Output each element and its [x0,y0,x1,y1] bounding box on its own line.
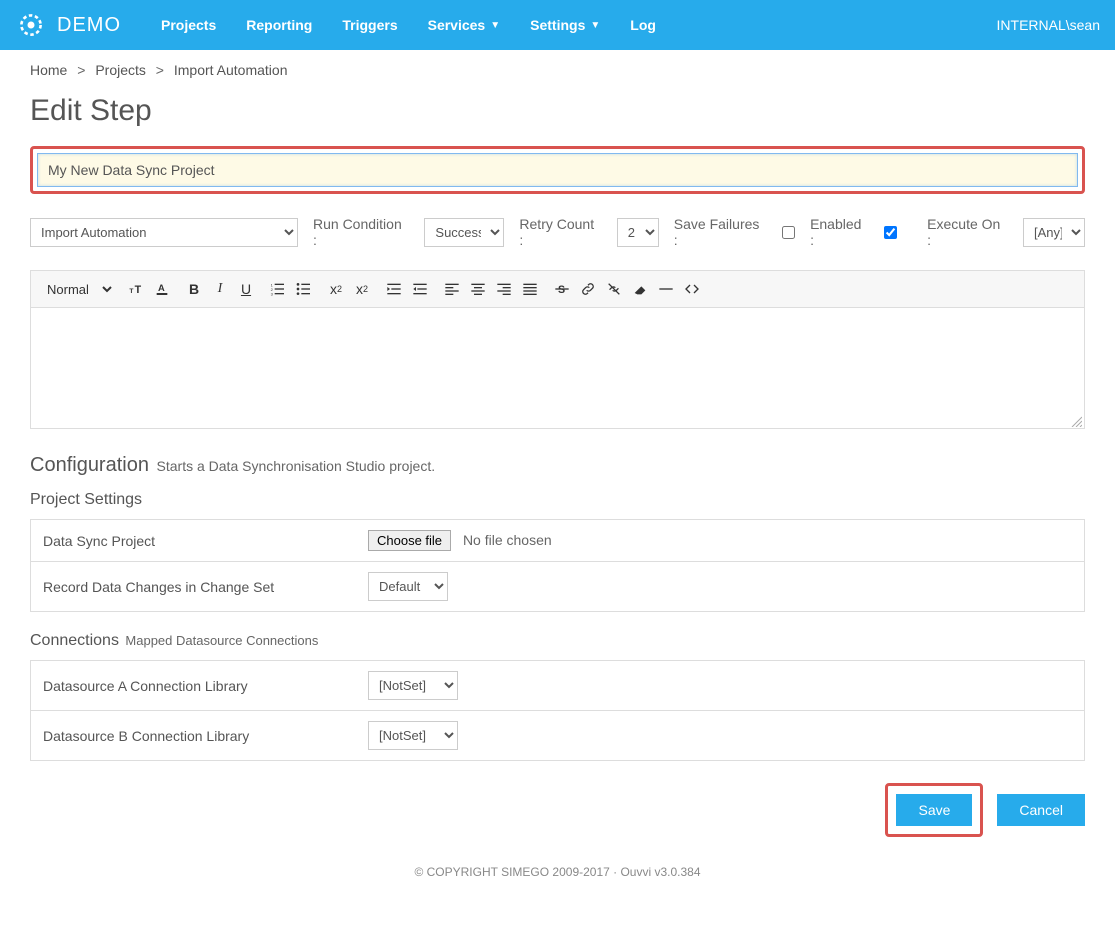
page-title: Edit Step [30,94,1085,128]
table-row: Record Data Changes in Change Set Defaul… [31,561,1084,611]
execute-on-label: Execute On : [927,216,1008,248]
eraser-icon[interactable] [629,277,651,301]
choose-file-button[interactable]: Choose file [368,530,451,551]
breadcrumb-current[interactable]: Import Automation [174,62,288,78]
breadcrumb: Home > Projects > Import Automation [0,50,1115,86]
table-row: Data Sync Project Choose file No file ch… [31,520,1084,561]
step-name-highlight [30,146,1085,194]
user-label[interactable]: INTERNAL\sean [997,17,1100,33]
save-failures-label: Save Failures : [674,216,767,248]
caret-down-icon: ▼ [590,20,600,31]
svg-text:S: S [558,284,565,296]
project-settings-heading: Project Settings [30,491,1085,509]
navbar: DEMO Projects Reporting Triggers Service… [0,0,1115,50]
project-settings-table: Data Sync Project Choose file No file ch… [30,519,1085,612]
change-set-select[interactable]: Default [368,572,448,601]
navbar-menu: Projects Reporting Triggers Services▼ Se… [146,0,997,50]
nav-triggers[interactable]: Triggers [327,0,412,50]
datasource-b-select[interactable]: [NotSet] [368,721,458,750]
strikethrough-icon[interactable]: S [551,277,573,301]
datasource-a-select[interactable]: [NotSet] [368,671,458,700]
brand-label[interactable]: DEMO [57,14,121,37]
breadcrumb-separator: > [156,62,164,78]
step-name-input[interactable] [37,153,1078,187]
options-row: Import Automation Run Condition : Succes… [30,216,1085,248]
retry-count-label: Retry Count : [519,216,601,248]
run-condition-label: Run Condition : [313,216,409,248]
code-view-icon[interactable] [681,277,703,301]
indent-icon[interactable] [409,277,431,301]
italic-icon[interactable]: I [209,277,231,301]
align-right-icon[interactable] [493,277,515,301]
enabled-checkbox[interactable] [884,226,897,239]
rte-textarea[interactable] [31,308,1084,428]
unlink-icon[interactable] [603,277,625,301]
setting-label: Datasource A Connection Library [31,661,356,710]
step-type-select[interactable]: Import Automation [30,218,298,247]
app-logo-icon [15,9,47,41]
nav-log[interactable]: Log [615,0,671,50]
svg-text:T: T [135,284,142,296]
nav-reporting[interactable]: Reporting [231,0,327,50]
nav-services[interactable]: Services▼ [413,0,516,50]
rte-toolbar: Normal TT A B I U 123 x2 x2 [31,271,1084,308]
execute-on-select[interactable]: [Any] [1023,218,1085,247]
font-size-icon[interactable]: TT [125,277,147,301]
align-center-icon[interactable] [467,277,489,301]
setting-label: Record Data Changes in Change Set [31,561,356,611]
nav-settings[interactable]: Settings▼ [515,0,615,50]
superscript-icon[interactable]: x2 [351,277,373,301]
align-left-icon[interactable] [441,277,463,301]
save-button[interactable]: Save [896,794,972,826]
table-row: Datasource B Connection Library [NotSet] [31,710,1084,760]
breadcrumb-home[interactable]: Home [30,62,67,78]
nav-projects[interactable]: Projects [146,0,231,50]
unordered-list-icon[interactable] [293,277,315,301]
actions-row: Save Cancel [30,783,1085,837]
save-highlight: Save [885,783,983,837]
footer-text: © COPYRIGHT SIMEGO 2009-2017 · Ouvvi v3.… [30,865,1085,899]
file-status-label: No file chosen [463,532,552,548]
connections-table: Datasource A Connection Library [NotSet]… [30,660,1085,761]
svg-text:3: 3 [271,292,274,297]
rich-text-editor: Normal TT A B I U 123 x2 x2 [30,270,1085,429]
resize-handle-icon[interactable] [1070,414,1082,426]
table-row: Datasource A Connection Library [NotSet] [31,661,1084,710]
horizontal-rule-icon[interactable] [655,277,677,301]
cancel-button[interactable]: Cancel [997,794,1085,826]
outdent-icon[interactable] [383,277,405,301]
save-failures-checkbox[interactable] [782,226,795,239]
underline-icon[interactable]: U [235,277,257,301]
breadcrumb-projects[interactable]: Projects [95,62,146,78]
ordered-list-icon[interactable]: 123 [267,277,289,301]
rte-style-select[interactable]: Normal [39,276,115,302]
caret-down-icon: ▼ [490,20,500,31]
font-color-icon[interactable]: A [151,277,173,301]
connections-heading: Connections Mapped Datasource Connection… [30,632,1085,650]
subscript-icon[interactable]: x2 [325,277,347,301]
setting-label: Datasource B Connection Library [31,710,356,760]
run-condition-select[interactable]: Success [424,218,504,247]
configuration-heading: Configuration Starts a Data Synchronisat… [30,454,1085,477]
setting-label: Data Sync Project [31,520,356,561]
enabled-label: Enabled : [810,216,869,248]
retry-count-select[interactable]: 2 [617,218,659,247]
bold-icon[interactable]: B [183,277,205,301]
breadcrumb-separator: > [77,62,85,78]
svg-text:T: T [129,288,133,295]
svg-text:A: A [158,283,165,293]
link-icon[interactable] [577,277,599,301]
align-justify-icon[interactable] [519,277,541,301]
